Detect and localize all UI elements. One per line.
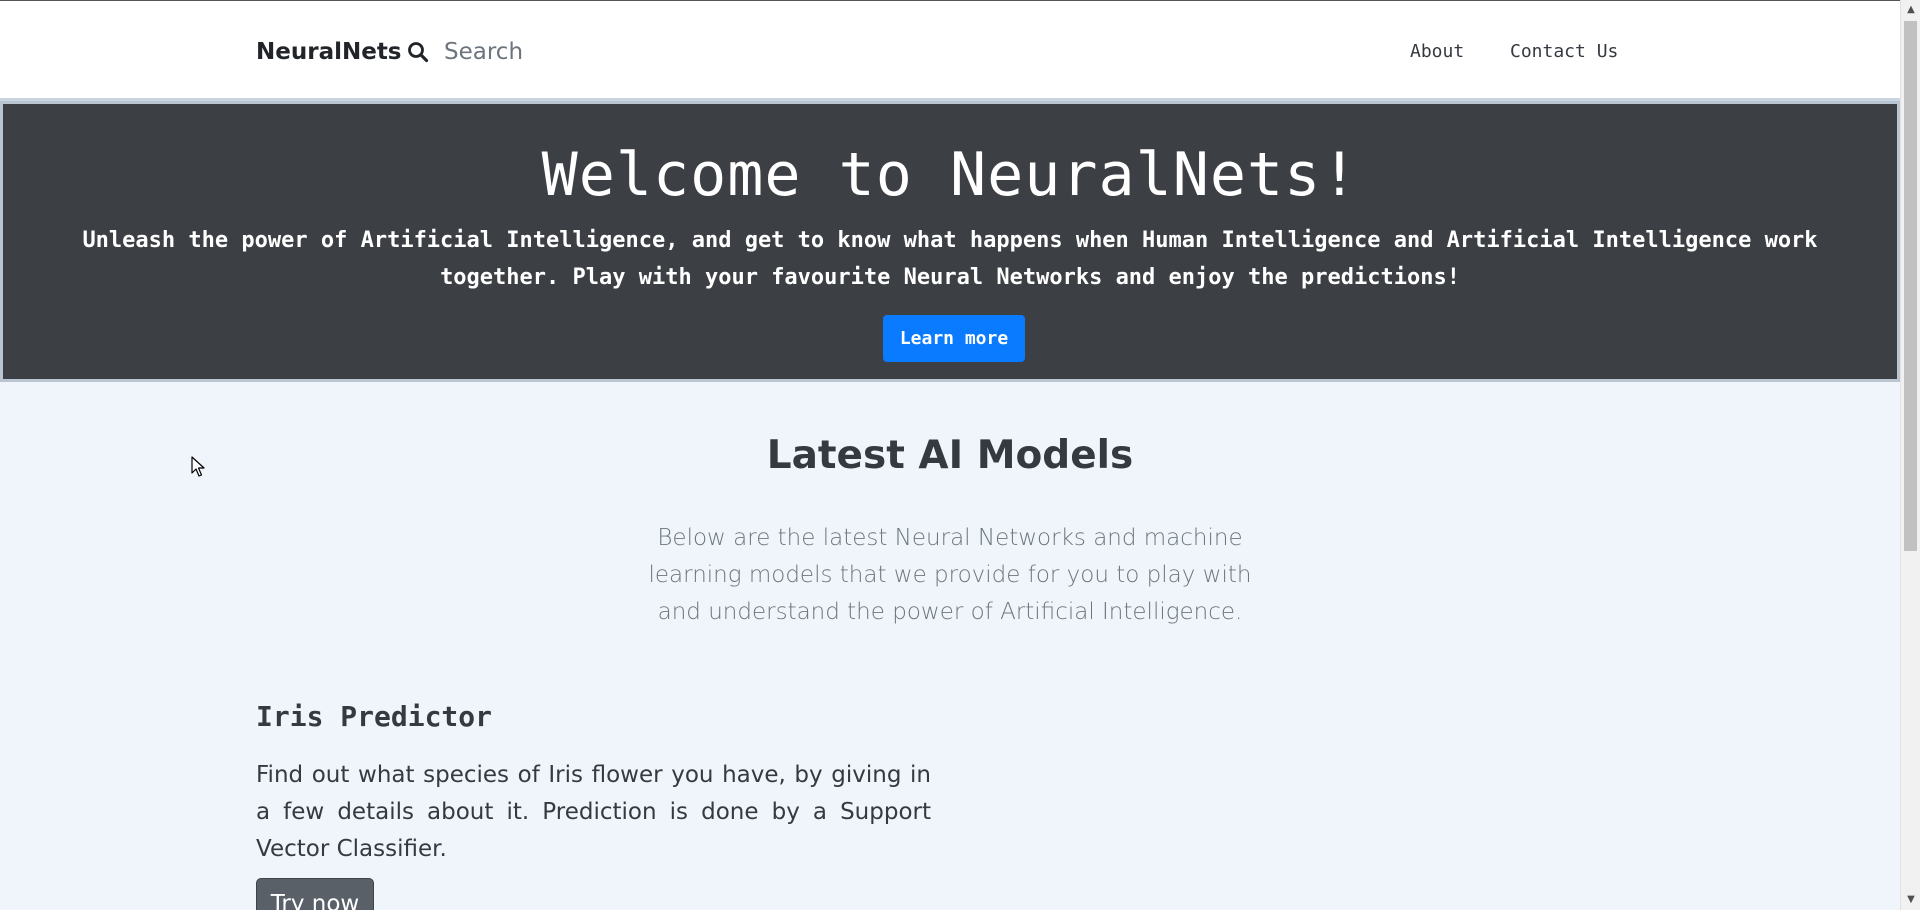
nav-link-contact-us[interactable]: Contact Us (1510, 41, 1618, 62)
nav-link-about[interactable]: About (1410, 41, 1464, 62)
scroll-down-arrow-icon[interactable]: ▼ (1901, 890, 1920, 910)
search-input[interactable] (444, 33, 844, 71)
brand-logo[interactable]: NeuralNets (256, 39, 402, 65)
hero-description: Unleash the power of Artificial Intellig… (82, 228, 1818, 290)
model-title: Iris Predictor (256, 700, 493, 733)
learn-more-button[interactable]: Learn more (883, 315, 1025, 362)
hero-banner: Welcome to NeuralNets! Unleash the power… (0, 101, 1900, 382)
section-description: Below are the latest Neural Networks and… (648, 525, 1252, 625)
try-now-button[interactable]: Try now (256, 878, 374, 910)
scroll-up-arrow-icon[interactable]: ▲ (1901, 0, 1920, 20)
vertical-scrollbar[interactable]: ▲ ▼ (1900, 0, 1920, 910)
hero-title: Welcome to NeuralNets! (541, 140, 1359, 210)
page: NeuralNets About Contact Us Welcome to N… (0, 0, 1900, 910)
section-title: Latest AI Models (766, 433, 1134, 478)
cursor-arrow-icon (191, 456, 205, 478)
search-icon (406, 40, 430, 64)
scrollbar-thumb[interactable] (1904, 21, 1917, 551)
navbar: NeuralNets About Contact Us (0, 0, 1900, 101)
model-description: Find out what species of Iris flower you… (256, 762, 931, 862)
